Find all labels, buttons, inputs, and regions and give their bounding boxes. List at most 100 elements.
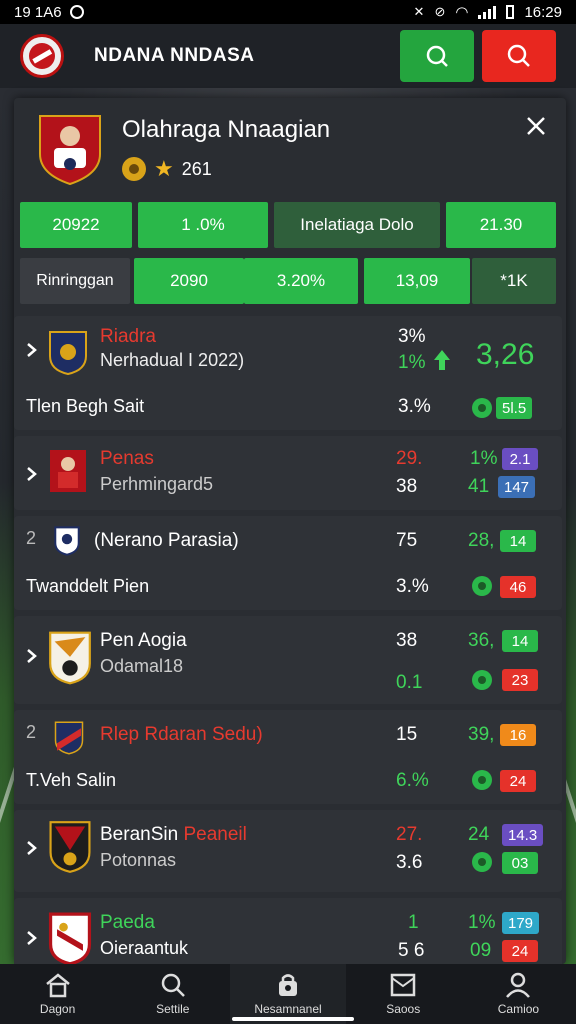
list-item[interactable]: Pen Aogia Odamal18 38 0.1 36, 14 23	[14, 616, 562, 704]
wifi-icon: ◠	[455, 4, 469, 21]
rating-pill: 147	[498, 476, 536, 498]
nav-item-search[interactable]: Settile	[115, 964, 230, 1024]
stat-value: 38	[396, 630, 418, 651]
list-item[interactable]: BeranSin Peaneil Potonnas 27. 3.6 24 14.…	[14, 810, 562, 892]
team-crest	[49, 331, 87, 376]
stat-chip[interactable]: *1K	[472, 258, 556, 304]
profile-points: 261	[181, 158, 212, 179]
status-dot-icon	[472, 576, 492, 596]
stat-value: 27.	[396, 824, 423, 845]
stat-chip[interactable]: 3.20%	[244, 258, 358, 304]
home-icon	[45, 973, 70, 998]
stat-chip[interactable]: Rinringgan	[20, 258, 130, 304]
stat-value: 09	[470, 940, 492, 961]
coin-icon	[122, 157, 146, 181]
stat-chip[interactable]: 20922	[20, 202, 132, 248]
match-score: 3,26	[476, 338, 535, 371]
signal-icon	[478, 5, 497, 19]
chevron-right-icon	[27, 343, 37, 357]
stat-value: 41	[468, 476, 490, 497]
search-icon	[161, 973, 185, 997]
rank-number: 2	[26, 528, 37, 548]
nav-item-center[interactable]: Nesamnanel	[230, 964, 346, 1024]
nav-label: Nesamnanel	[254, 1002, 322, 1016]
rating-pill: 14	[500, 530, 536, 552]
search-icon	[426, 45, 448, 67]
star-icon: ★	[154, 156, 174, 181]
rating-pill: 5l.5	[496, 397, 533, 419]
rating-pill: 24	[500, 770, 536, 792]
rating-pill: 46	[500, 576, 536, 598]
team-name: (Nerano Parasia)	[94, 530, 239, 551]
app-logo[interactable]	[20, 34, 64, 78]
stat-value: 36,	[468, 630, 495, 651]
line2-label: Tlen Begh Sait	[26, 396, 145, 416]
stat-chip[interactable]: 21.30	[446, 202, 556, 248]
inbox-icon	[390, 973, 416, 997]
stat-value: 24	[468, 824, 490, 845]
team-subtitle: Odamal18	[100, 656, 184, 676]
home-indicator[interactable]	[232, 1017, 354, 1021]
stat-value: 1%	[398, 352, 426, 373]
bluetooth-icon: ✕	[413, 4, 425, 19]
team-name: Paeda	[100, 912, 155, 933]
status-dot-icon	[472, 670, 492, 690]
team-crest	[54, 721, 84, 755]
stat-value: 39,	[468, 724, 495, 745]
player-crest	[38, 112, 102, 186]
team-name: Rlep Rdaran Sedu)	[100, 724, 263, 745]
search-button[interactable]	[400, 30, 474, 82]
chevron-right-icon	[27, 931, 37, 945]
close-icon[interactable]	[522, 112, 550, 140]
rating-pill: 14	[502, 630, 538, 652]
line2-value: 6.%	[396, 770, 429, 791]
battery-icon	[506, 5, 515, 19]
stat-chip[interactable]: Inelatiaga Dolo	[274, 202, 440, 248]
nav-item-profile[interactable]: Camioo	[461, 964, 576, 1024]
team-crest	[49, 631, 91, 685]
line2-label: Twanddelt Pien	[26, 576, 150, 596]
team-crest	[49, 821, 91, 873]
list-item[interactable]: Penas Perhmingard5 29. 38 1% 41 2.1 147	[14, 436, 562, 510]
rating-pill: 2.1	[502, 448, 538, 470]
stat-value: 29.	[396, 448, 423, 469]
stat-value: 38	[396, 476, 418, 497]
nav-label: Settile	[156, 1002, 190, 1016]
search-icon	[507, 44, 530, 67]
stat-value: 3.6	[396, 852, 423, 873]
team-name-row: BeranSin Peaneil	[100, 824, 247, 846]
stat-chip[interactable]: 13,09	[364, 258, 470, 304]
team-name-suffix: Peaneil	[183, 824, 247, 845]
team-name: Pen Aogia	[100, 630, 187, 651]
status-time-right: 16:29	[524, 3, 562, 21]
app-notification-icon	[69, 5, 84, 19]
stat-chip[interactable]: 1 .0%	[138, 202, 268, 248]
team-name: Penas	[100, 448, 154, 469]
nav-item-inbox[interactable]: Saoos	[346, 964, 461, 1024]
line2-value: 3.%	[396, 576, 429, 597]
rank-number: 2	[26, 722, 37, 742]
stat-value: 28,	[468, 530, 495, 551]
team-name: Riadra	[100, 326, 156, 347]
list-item[interactable]: Riadra Nerhadual I 2022) 3% 1% 3,26 Tlen…	[14, 316, 562, 430]
line2-label: T.Veh Salin	[26, 770, 117, 790]
line2-value: 3.%	[398, 396, 431, 417]
search-alt-button[interactable]	[482, 30, 556, 82]
nav-label: Saoos	[386, 1002, 421, 1016]
stat-value: 5 6	[398, 940, 425, 961]
list-item[interactable]: 2 Rlep Rdaran Sedu) 15 39, 16 T.Veh Sali…	[14, 710, 562, 804]
bottom-nav: Dagon Settile Nesamnanel Saoos Camioo	[0, 964, 576, 1024]
chevron-right-icon	[27, 841, 37, 855]
stat-row-2: Rinringgan 2090 3.20% 13,09 *1K	[20, 258, 556, 304]
team-subtitle: Perhmingard5	[100, 474, 214, 494]
stat-chip[interactable]: 2090	[134, 258, 244, 304]
stat-value: 15	[396, 724, 418, 745]
rating-pill: 03	[502, 852, 538, 874]
app-title: NDANA NNDASA	[94, 45, 255, 66]
profile-name: Olahraga Nnaagian	[122, 116, 331, 143]
nav-item-home[interactable]: Dagon	[0, 964, 115, 1024]
nav-label: Camioo	[497, 1002, 540, 1016]
team-subtitle: Potonnas	[100, 850, 177, 870]
list-item[interactable]: 2 (Nerano Parasia) 75 28, 14 Twanddelt P…	[14, 516, 562, 610]
stat-row-1: 20922 1 .0% Inelatiaga Dolo 21.30	[20, 202, 556, 248]
